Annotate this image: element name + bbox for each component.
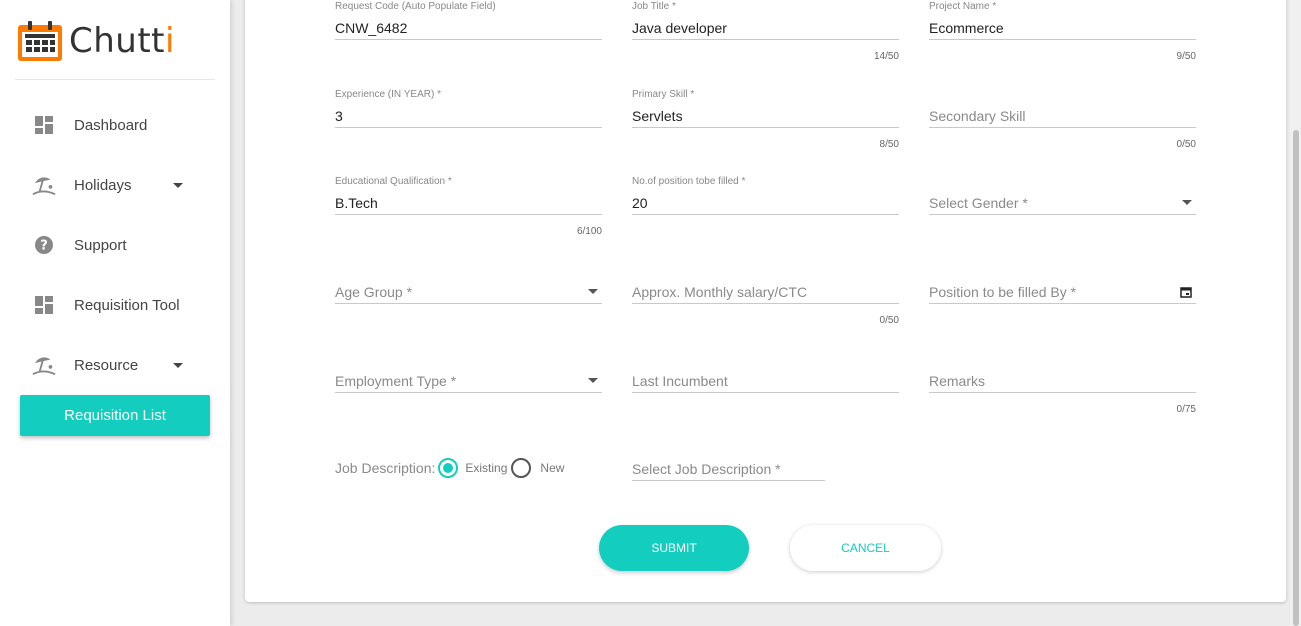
beach-umbrella-icon — [32, 173, 56, 197]
field-label: Educational Qualification * — [335, 176, 452, 187]
char-counter: 0/75 — [1176, 404, 1196, 415]
field-underline — [632, 480, 825, 481]
svg-text:?: ? — [40, 239, 48, 254]
field-placeholder: Age Group * — [335, 284, 413, 300]
sidebar-item-dashboard[interactable]: Dashboard — [0, 105, 230, 145]
submit-button[interactable]: SUBMIT — [599, 525, 749, 571]
sidebar: Chutti Dashboard Holidays ? Support Requ… — [0, 0, 230, 626]
dashboard-icon — [32, 113, 56, 137]
field-underline — [929, 214, 1196, 215]
chevron-down-icon — [173, 182, 183, 188]
field-underline — [335, 39, 602, 40]
field-value: 3 — [335, 108, 343, 124]
sidebar-subitem-requisition-list[interactable]: Requisition List — [20, 395, 210, 436]
scrollbar-thumb[interactable] — [1293, 130, 1299, 626]
chevron-down-icon — [588, 378, 598, 383]
field-placeholder: Select Job Description * — [632, 461, 781, 477]
help-circle-icon: ? — [32, 233, 56, 257]
dashboard-icon — [32, 293, 56, 317]
app-name: Chutti — [69, 21, 175, 61]
sidebar-item-label: Holidays — [74, 176, 132, 194]
field-underline — [335, 303, 602, 304]
field-placeholder: Remarks — [929, 373, 986, 389]
sidebar-item-label: Requisition Tool — [74, 296, 180, 314]
field-label: Experience (IN YEAR) * — [335, 89, 441, 100]
field-underline — [929, 303, 1196, 304]
field-label: No.of position tobe filled * — [632, 176, 746, 187]
char-counter: 0/50 — [1176, 139, 1196, 150]
sidebar-item-label: Support — [74, 236, 127, 254]
field-value: 20 — [632, 195, 648, 211]
field-label: Project Name * — [929, 1, 997, 12]
sidebar-item-label: Resource — [74, 356, 139, 374]
field-placeholder: Secondary Skill — [929, 108, 1026, 124]
char-counter: 0/50 — [879, 315, 899, 326]
chevron-down-icon — [173, 362, 183, 368]
field-underline — [632, 39, 899, 40]
field-underline — [335, 127, 602, 128]
field-placeholder: Select Gender * — [929, 195, 1028, 211]
logo-divider — [15, 79, 215, 80]
sidebar-item-holidays[interactable]: Holidays — [0, 165, 230, 205]
sidebar-item-label: Dashboard — [74, 116, 148, 134]
field-placeholder: Position to be filled By * — [929, 284, 1077, 300]
page-scrollbar[interactable] — [1290, 0, 1301, 626]
field-placeholder: Approx. Monthly salary/CTC — [632, 284, 808, 300]
field-underline — [632, 303, 899, 304]
job-description-label: Job Description: — [335, 460, 436, 476]
field-value: B.Tech — [335, 195, 378, 211]
field-value: CNW_6482 — [335, 20, 408, 36]
char-counter: 8/50 — [879, 139, 899, 150]
field-underline — [929, 127, 1196, 128]
sidebar-item-resource[interactable]: Resource — [0, 345, 230, 385]
field-placeholder: Employment Type * — [335, 373, 457, 389]
field-underline — [632, 214, 899, 215]
sidebar-item-support[interactable]: ? Support — [0, 225, 230, 265]
radio-new[interactable] — [511, 458, 532, 478]
field-underline — [335, 214, 602, 215]
char-counter: 9/50 — [1176, 51, 1196, 62]
beach-umbrella-icon — [32, 353, 56, 377]
field-underline — [335, 392, 602, 393]
job-description-radio-group: Job Description: Existing New — [335, 458, 564, 478]
calendar-logo-icon — [18, 21, 62, 61]
radio-existing-label: Existing — [465, 461, 508, 475]
radio-existing[interactable] — [438, 458, 459, 478]
cancel-button[interactable]: CANCEL — [790, 525, 941, 571]
field-label: Primary Skill * — [632, 89, 695, 100]
sidebar-item-requisition-tool[interactable]: Requisition Tool — [0, 285, 230, 325]
field-label: Request Code (Auto Populate Field) — [335, 1, 496, 12]
chevron-down-icon — [1182, 200, 1192, 205]
field-value: Servlets — [632, 108, 683, 124]
char-counter: 14/50 — [873, 51, 899, 62]
field-underline — [929, 392, 1196, 393]
field-underline — [632, 127, 899, 128]
radio-new-label: New — [540, 461, 565, 475]
calendar-icon[interactable] — [1180, 286, 1192, 298]
field-value: Ecommerce — [929, 20, 1004, 36]
field-placeholder: Last Incumbent — [632, 373, 728, 389]
app-logo[interactable]: Chutti — [17, 20, 175, 62]
field-underline — [632, 392, 899, 393]
field-value: Java developer — [632, 20, 727, 36]
char-counter: 6/100 — [576, 226, 602, 237]
field-underline — [929, 39, 1196, 40]
field-label: Job Title * — [632, 1, 676, 12]
chevron-down-icon — [588, 289, 598, 294]
